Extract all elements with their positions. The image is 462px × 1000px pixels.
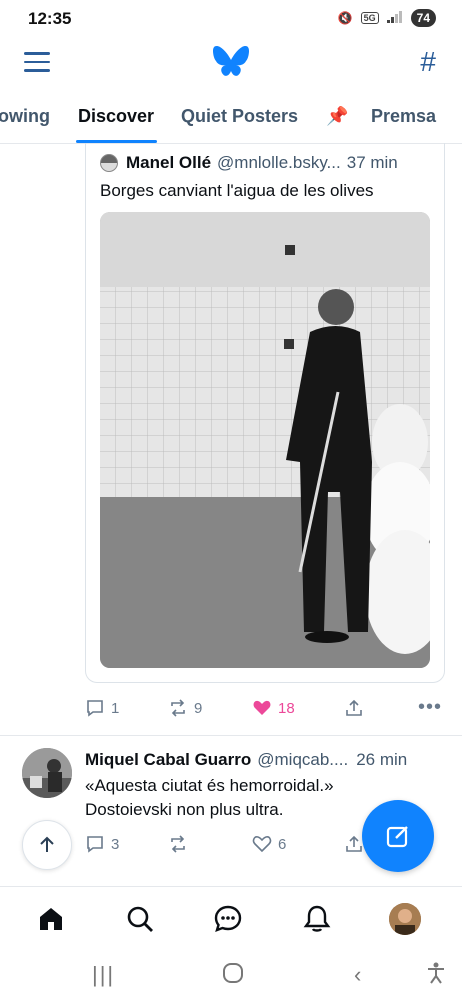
system-navigation: ||| ‹ [0, 952, 462, 1000]
back-icon[interactable]: ‹ [354, 962, 361, 988]
post-header: Miquel Cabal Guarro @miqcab.... 26 min [85, 750, 447, 770]
like-button[interactable]: 6 [252, 834, 286, 854]
top-app-bar: # [0, 38, 462, 90]
menu-icon[interactable] [24, 52, 50, 74]
recent-apps-icon[interactable]: ||| [92, 962, 115, 988]
profile-avatar[interactable] [389, 903, 421, 935]
signal-icon [386, 10, 403, 26]
reply-icon [87, 836, 103, 853]
tab-premsa[interactable]: Premsa [371, 106, 436, 127]
reply-button[interactable]: 3 [85, 834, 119, 854]
tab-discover[interactable]: Discover [78, 106, 154, 127]
share-button[interactable] [344, 834, 364, 854]
arrow-up-icon [40, 836, 54, 852]
post-author-handle[interactable]: @miqcab.... [257, 750, 348, 770]
like-button[interactable]: 18 [252, 698, 295, 718]
status-icons: 🔇 5G 74 [338, 9, 436, 27]
tab-quiet-posters[interactable]: Quiet Posters [181, 106, 298, 127]
hashtag-icon[interactable]: # [420, 46, 436, 78]
reply-icon [87, 700, 103, 717]
compose-icon [386, 826, 408, 848]
compose-button[interactable] [362, 800, 434, 872]
heart-outline-icon [252, 836, 272, 853]
post-text-line-1: «Aquesta ciutat és hemorroidal.» [85, 776, 334, 795]
home-icon[interactable] [35, 903, 67, 935]
scroll-to-top-button[interactable] [22, 820, 72, 870]
repost-count: 9 [194, 699, 203, 717]
share-icon [346, 835, 362, 852]
repost-button[interactable]: 9 [168, 698, 202, 718]
post-author-name[interactable]: Miquel Cabal Guarro [85, 750, 251, 770]
status-time: 12:35 [28, 9, 72, 28]
tab-pinned[interactable]: 📌 [326, 106, 348, 127]
heart-filled-icon [253, 700, 271, 715]
share-button[interactable] [344, 698, 364, 718]
repost-icon [171, 699, 185, 717]
search-icon[interactable] [124, 903, 156, 935]
quoted-post-time: 37 min [346, 153, 398, 172]
reply-count: 1 [111, 699, 120, 717]
quoted-author-avatar[interactable] [100, 154, 118, 172]
more-options-icon[interactable]: ••• [418, 696, 442, 719]
quoted-post-header: Manel Ollé @mnlolle.bsky... 37 min [100, 153, 436, 173]
mute-icon: 🔇 [337, 11, 353, 25]
butterfly-logo [213, 46, 249, 76]
post-actions: 1 9 18 ••• [0, 692, 462, 724]
reply-count: 3 [111, 835, 120, 853]
bottom-nav [0, 886, 462, 952]
quoted-post-image[interactable] [100, 212, 430, 668]
tab-following[interactable]: owing [0, 106, 50, 127]
status-bar: 12:35 🔇 5G 74 [0, 0, 462, 38]
accessibility-icon[interactable] [426, 962, 446, 990]
feed-tabs: owing Discover Quiet Posters 📌 Premsa [0, 98, 462, 144]
quoted-post[interactable]: Manel Ollé @mnlolle.bsky... 37 min Borge… [85, 143, 445, 683]
reply-button[interactable]: 1 [85, 698, 119, 718]
quoted-author-handle[interactable]: @mnlolle.bsky... [217, 153, 341, 173]
post-divider [0, 735, 462, 736]
quoted-post-text: Borges canviant l'aigua de les olives [100, 181, 374, 200]
share-icon [346, 699, 362, 716]
chat-icon[interactable] [212, 903, 244, 935]
bell-icon[interactable] [301, 903, 333, 935]
post-text-line-2: Dostoievski non plus ultra. [85, 800, 284, 819]
quoted-author-name[interactable]: Manel Ollé [126, 153, 211, 173]
home-circle-icon[interactable] [222, 962, 244, 990]
post-time: 26 min [356, 750, 408, 769]
battery-icon: 74 [410, 9, 436, 27]
like-count: 6 [278, 835, 287, 853]
like-count: 18 [278, 699, 295, 717]
network-type: 5G [360, 12, 379, 24]
repost-button[interactable] [168, 834, 188, 854]
post-author-avatar[interactable] [22, 748, 72, 798]
repost-icon [171, 835, 185, 853]
